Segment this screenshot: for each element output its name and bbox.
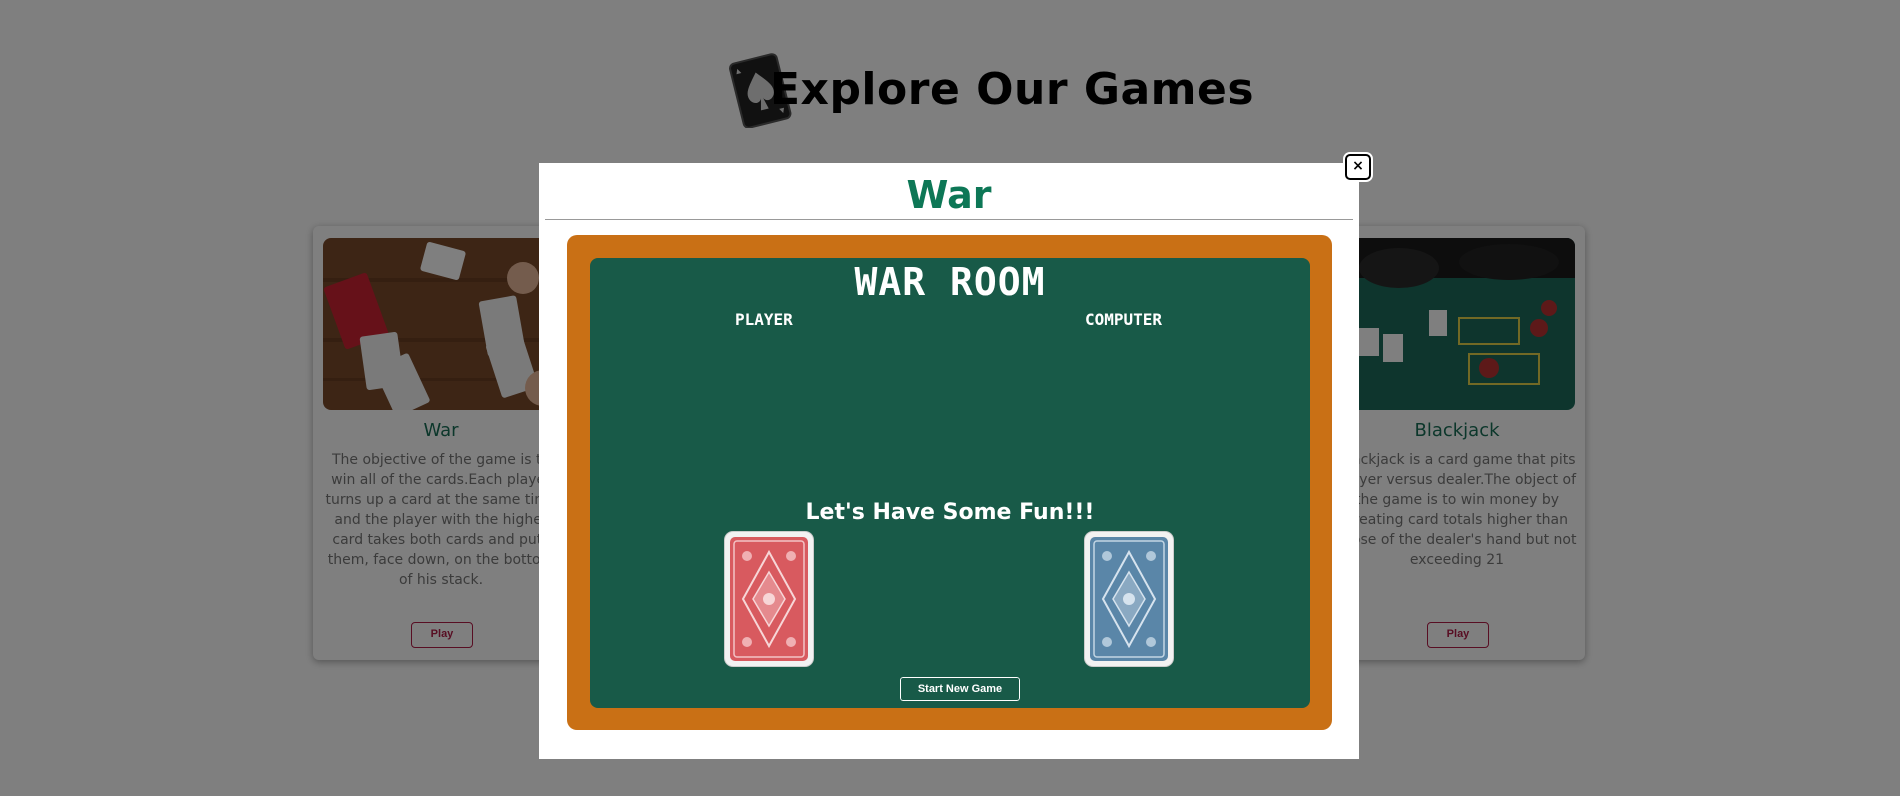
game-frame: WAR ROOM PLAYER COMPUTER Let's Have Some… [567, 235, 1332, 730]
computer-card-deck [1085, 532, 1173, 666]
blue-card-back-icon [1090, 537, 1168, 661]
modal-title: War [906, 173, 992, 217]
divider [545, 219, 1353, 220]
player-card-deck[interactable] [725, 532, 813, 666]
close-icon[interactable]: × [1345, 154, 1371, 180]
computer-label: COMPUTER [1085, 310, 1163, 329]
game-message: Let's Have Some Fun!!! [805, 500, 1095, 525]
war-room-title: WAR ROOM [854, 260, 1046, 304]
game-table: WAR ROOM PLAYER COMPUTER Let's Have Some… [590, 258, 1310, 708]
war-modal: War WAR ROOM PLAYER COMPUTER Let's Have … [539, 163, 1359, 759]
player-label: PLAYER [735, 310, 793, 329]
red-card-back-icon [730, 537, 808, 661]
start-new-game-button[interactable]: Start New Game [899, 676, 1021, 702]
